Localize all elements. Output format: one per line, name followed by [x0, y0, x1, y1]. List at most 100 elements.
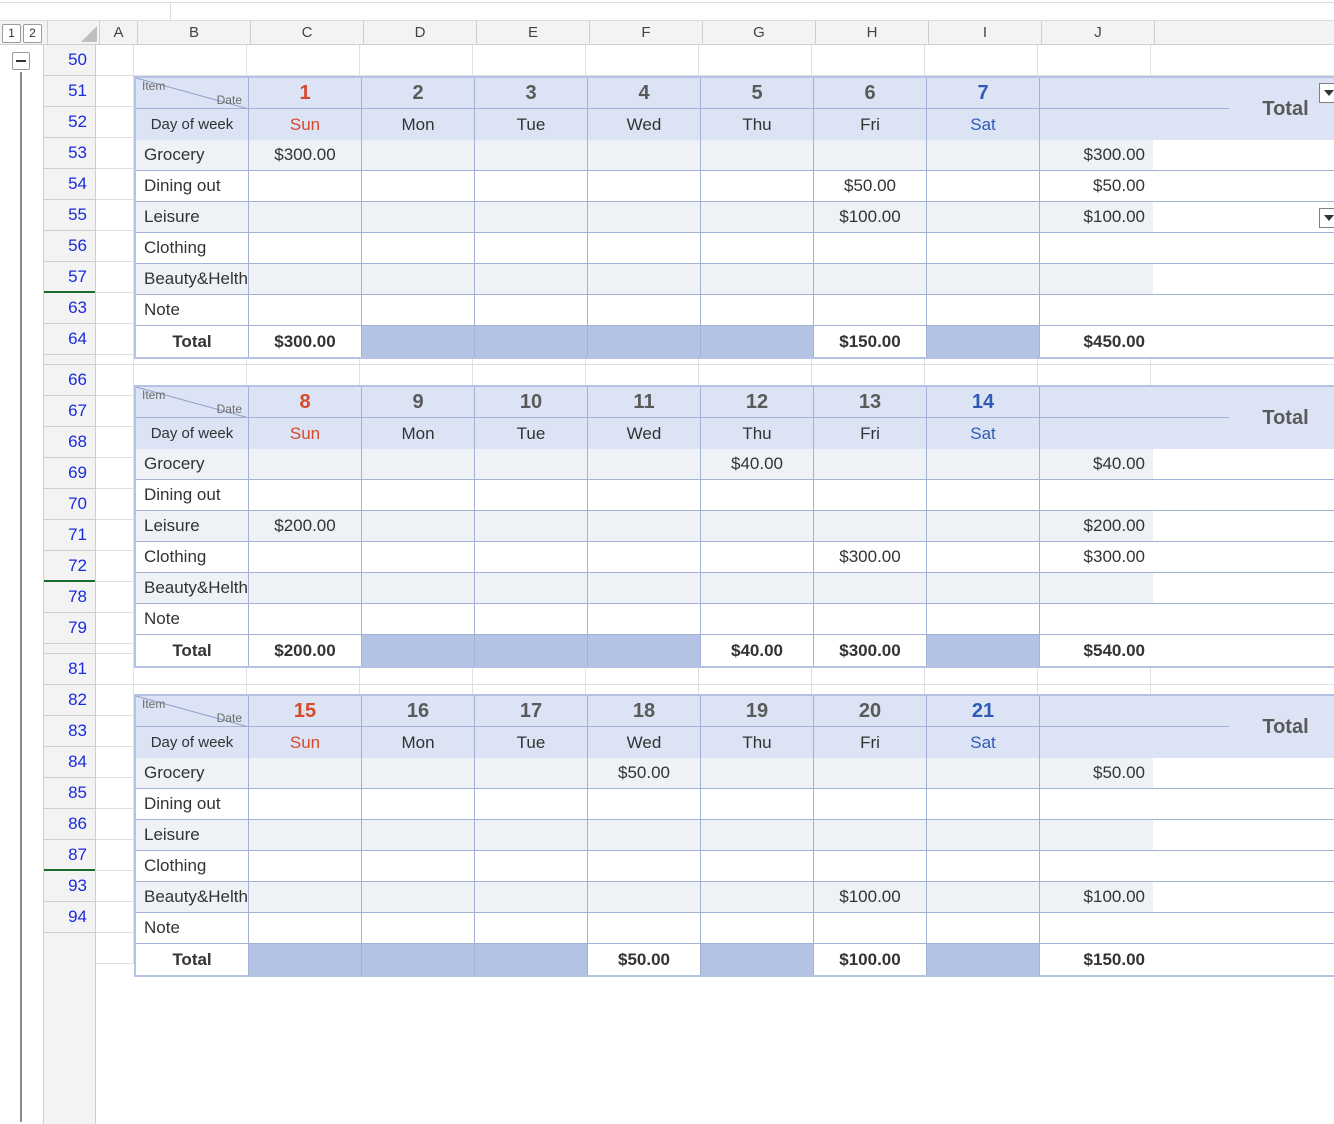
row-number[interactable]: 93: [44, 871, 95, 902]
cell[interactable]: [701, 233, 814, 263]
cell[interactable]: [927, 140, 1040, 170]
dow-thu: Thu: [701, 109, 814, 140]
worksheet-grid[interactable]: Item Date 1 2 3 4 5 6 7: [96, 45, 1334, 1124]
cell[interactable]: [814, 233, 927, 263]
row-number[interactable]: 70: [44, 489, 95, 520]
cell[interactable]: [927, 202, 1040, 232]
row-total: $300.00: [1040, 140, 1153, 170]
cell[interactable]: [588, 171, 701, 201]
cell[interactable]: [475, 202, 588, 232]
cell[interactable]: [701, 140, 814, 170]
outline-collapse-button[interactable]: [12, 52, 30, 70]
row-number[interactable]: 84: [44, 747, 95, 778]
cell[interactable]: [588, 140, 701, 170]
cell[interactable]: [362, 171, 475, 201]
col-header-J[interactable]: J: [1042, 21, 1155, 44]
cell[interactable]: [927, 295, 1040, 325]
row-number[interactable]: 63: [44, 293, 95, 324]
col-header-A[interactable]: A: [100, 21, 138, 44]
week-table-2: Item Date 8 9 10 11 12 13 14 Day of we: [134, 385, 1334, 668]
cell[interactable]: [701, 295, 814, 325]
cell[interactable]: [475, 140, 588, 170]
row-number[interactable]: 86: [44, 809, 95, 840]
cell[interactable]: [249, 171, 362, 201]
filter-button[interactable]: [1319, 208, 1334, 228]
col-total: $300.00: [249, 326, 362, 357]
cell[interactable]: [475, 295, 588, 325]
row-total: [1040, 233, 1153, 263]
cell[interactable]: [701, 264, 814, 294]
cell[interactable]: [249, 295, 362, 325]
row-number[interactable]: 94: [44, 902, 95, 933]
total-header: Total: [1229, 696, 1334, 758]
cell[interactable]: [475, 264, 588, 294]
cell[interactable]: [475, 171, 588, 201]
col-header-C[interactable]: C: [251, 21, 364, 44]
cell[interactable]: [927, 264, 1040, 294]
row-number[interactable]: 79: [44, 613, 95, 644]
grand-total: $450.00: [1040, 326, 1153, 357]
row-number[interactable]: 83: [44, 716, 95, 747]
row-number[interactable]: 66: [44, 365, 95, 396]
cell[interactable]: [927, 233, 1040, 263]
cell[interactable]: $100.00: [814, 202, 927, 232]
dow-wed: Wed: [588, 109, 701, 140]
row-number[interactable]: 55: [44, 200, 95, 231]
dow-sun: Sun: [249, 109, 362, 140]
cell[interactable]: [927, 171, 1040, 201]
item-date-corner: Item Date: [136, 387, 248, 417]
cell[interactable]: [362, 202, 475, 232]
col-header-H[interactable]: H: [816, 21, 929, 44]
cell[interactable]: [362, 233, 475, 263]
cell[interactable]: $50.00: [814, 171, 927, 201]
row-number[interactable]: 50: [44, 45, 95, 76]
row-number[interactable]: 57: [44, 262, 95, 293]
filter-button[interactable]: [1319, 83, 1334, 103]
cell[interactable]: [249, 202, 362, 232]
row-number[interactable]: 53: [44, 138, 95, 169]
cell[interactable]: [362, 295, 475, 325]
select-all-triangle[interactable]: [48, 21, 100, 44]
cell[interactable]: [475, 233, 588, 263]
col-header-I[interactable]: I: [929, 21, 1042, 44]
cell[interactable]: [814, 295, 927, 325]
row-number[interactable]: 67: [44, 396, 95, 427]
cell[interactable]: [362, 264, 475, 294]
row-number[interactable]: 87: [44, 840, 95, 871]
row-number[interactable]: 78: [44, 582, 95, 613]
row-number[interactable]: 64: [44, 324, 95, 355]
cell[interactable]: [701, 171, 814, 201]
row-number[interactable]: 52: [44, 107, 95, 138]
week-table-1: Item Date 1 2 3 4 5 6 7: [134, 76, 1334, 359]
col-header-G[interactable]: G: [703, 21, 816, 44]
col-header-B[interactable]: B: [138, 21, 251, 44]
cell[interactable]: [249, 264, 362, 294]
row-number[interactable]: 81: [44, 654, 95, 685]
cell[interactable]: [249, 233, 362, 263]
cell[interactable]: [814, 264, 927, 294]
col-header-F[interactable]: F: [590, 21, 703, 44]
col-header-D[interactable]: D: [364, 21, 477, 44]
outline-level-1-button[interactable]: 1: [2, 24, 21, 43]
row-number[interactable]: 56: [44, 231, 95, 262]
row-number[interactable]: 72: [44, 551, 95, 582]
cell[interactable]: [362, 140, 475, 170]
cell[interactable]: [588, 202, 701, 232]
row-number[interactable]: 68: [44, 427, 95, 458]
row-number[interactable]: 71: [44, 520, 95, 551]
cell[interactable]: [588, 233, 701, 263]
cell[interactable]: [588, 264, 701, 294]
cell[interactable]: [701, 202, 814, 232]
toolbar-strip-2: [0, 3, 1334, 21]
category-grocery: Grocery: [136, 140, 249, 170]
col-header-E[interactable]: E: [477, 21, 590, 44]
row-number[interactable]: 51: [44, 76, 95, 107]
cell[interactable]: $300.00: [249, 140, 362, 170]
outline-level-2-button[interactable]: 2: [23, 24, 42, 43]
row-number[interactable]: 82: [44, 685, 95, 716]
cell[interactable]: [588, 295, 701, 325]
cell[interactable]: [814, 140, 927, 170]
row-number[interactable]: 85: [44, 778, 95, 809]
row-number[interactable]: 69: [44, 458, 95, 489]
row-number[interactable]: 54: [44, 169, 95, 200]
